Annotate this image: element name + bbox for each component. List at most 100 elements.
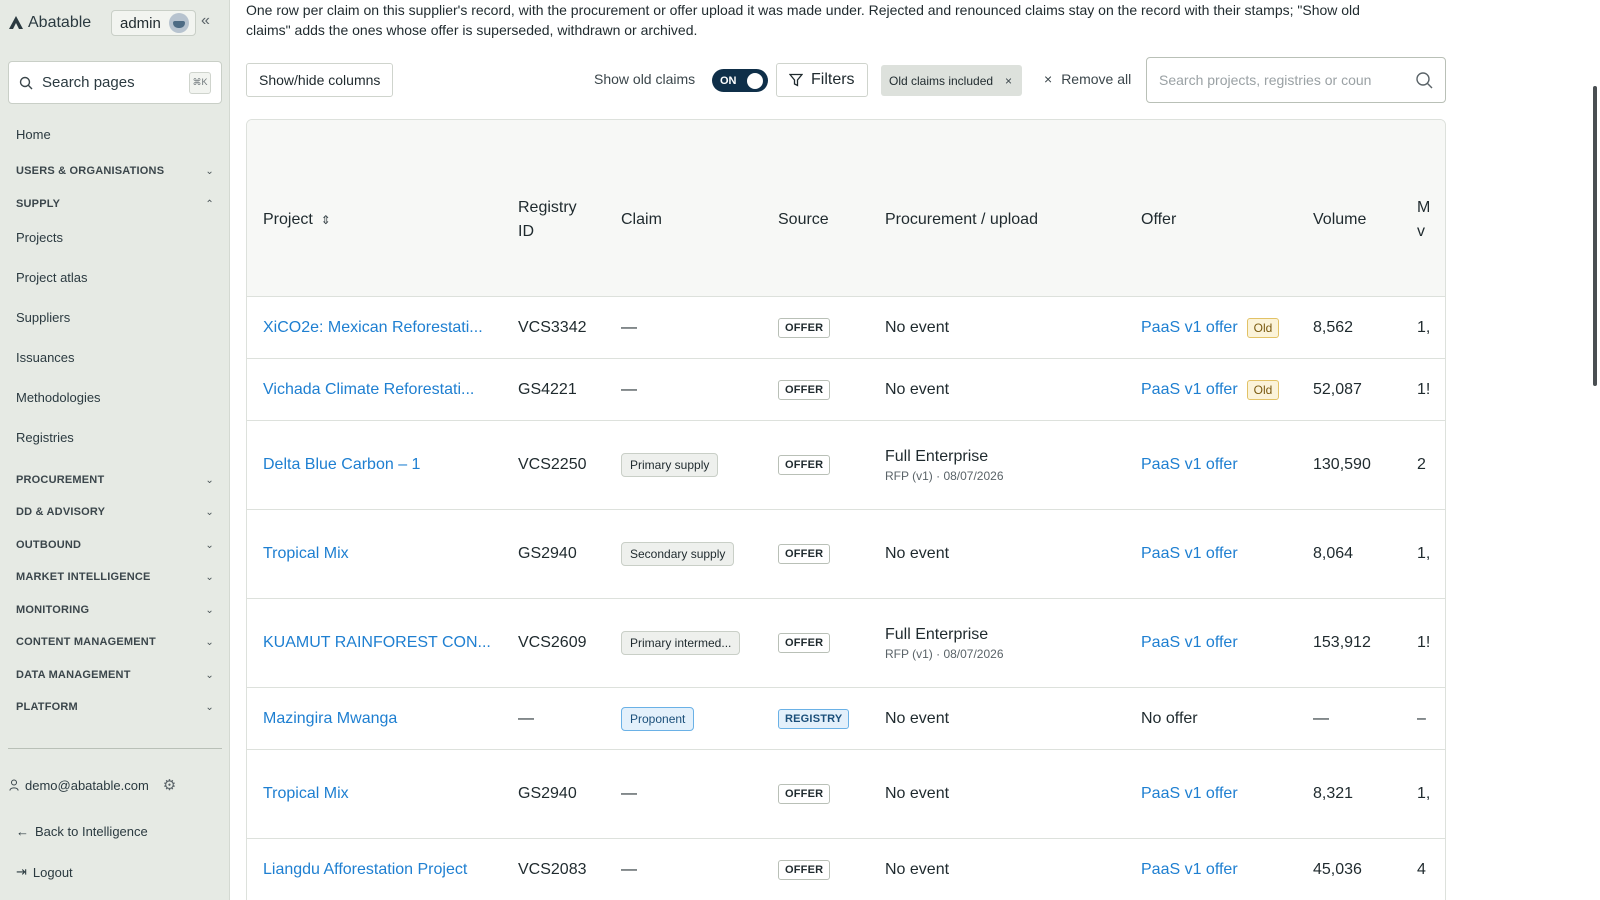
admin-label: admin bbox=[120, 14, 161, 32]
header-label-line2: ID bbox=[518, 223, 534, 240]
offer-link[interactable]: PaaS v1 offer bbox=[1141, 381, 1238, 399]
chevron-down-icon: ⌄ bbox=[205, 669, 214, 681]
logout-link[interactable]: ⇥ Logout bbox=[16, 864, 73, 880]
project-link[interactable]: Delta Blue Carbon – 1 bbox=[263, 456, 420, 474]
table-header: Project ⇕ Registry ID Claim Source Procure… bbox=[247, 120, 1445, 297]
sidebar-item-project-atlas[interactable]: Project atlas bbox=[16, 270, 88, 285]
volume-value: — bbox=[1313, 709, 1329, 727]
volume-value: 8,562 bbox=[1313, 318, 1354, 336]
source-badge: OFFER bbox=[778, 859, 831, 880]
close-icon[interactable]: × bbox=[1005, 74, 1012, 88]
source-badge: OFFER bbox=[778, 784, 831, 804]
offer-link[interactable]: PaaS v1 offer bbox=[1141, 456, 1238, 474]
sidebar-section-dd-advisory[interactable]: DD & ADVISORY ⌄ bbox=[16, 506, 214, 518]
sidebar-section-monitoring[interactable]: MONITORING ⌄ bbox=[16, 604, 214, 616]
offer-link[interactable]: PaaS v1 offer bbox=[1141, 634, 1238, 652]
page-scrollbar[interactable] bbox=[1593, 86, 1597, 386]
column-header-procurement: Procurement / upload bbox=[885, 211, 1038, 228]
filter-icon bbox=[789, 73, 803, 87]
procurement-value: No event bbox=[885, 860, 950, 878]
volume-value: 52,087 bbox=[1313, 380, 1362, 398]
toggle-state-label: ON bbox=[720, 74, 737, 87]
page-description: One row per claim on this supplier's rec… bbox=[246, 2, 1360, 38]
table-row: KUAMUT RAINFOREST CON... VCS2609 Primary… bbox=[247, 599, 1445, 688]
sidebar-section-procurement[interactable]: PROCUREMENT ⌄ bbox=[16, 474, 214, 486]
sidebar-section-market-intelligence[interactable]: MARKET INTELLIGENCE ⌄ bbox=[16, 571, 214, 583]
table-search-input[interactable] bbox=[1159, 72, 1415, 88]
sidebar-item-methodologies[interactable]: Methodologies bbox=[16, 390, 101, 405]
chevron-down-icon: ⌄ bbox=[205, 571, 214, 583]
volume-value: 153,912 bbox=[1313, 634, 1371, 651]
sidebar-section-outbound[interactable]: OUTBOUND ⌄ bbox=[16, 539, 214, 551]
show-old-claims-label: Show old claims bbox=[594, 71, 696, 87]
page-search-placeholder: Search pages bbox=[42, 74, 135, 91]
sidebar-section-platform[interactable]: PLATFORM ⌄ bbox=[16, 701, 214, 713]
sidebar-item-home[interactable]: Home bbox=[16, 127, 51, 142]
claim-empty: — bbox=[621, 860, 637, 878]
project-link[interactable]: Tropical Mix bbox=[263, 545, 349, 563]
filters-button[interactable]: Filters bbox=[776, 63, 868, 97]
sidebar-item-projects[interactable]: Projects bbox=[16, 230, 63, 245]
section-label: MARKET INTELLIGENCE bbox=[16, 571, 151, 583]
sidebar-section-users[interactable]: USERS & ORGANISATIONS ⌄ bbox=[16, 165, 214, 177]
section-label: PROCUREMENT bbox=[16, 474, 105, 486]
remove-all-label: Remove all bbox=[1061, 71, 1132, 87]
table-search-field[interactable] bbox=[1146, 57, 1446, 103]
offer-link[interactable]: PaaS v1 offer bbox=[1141, 861, 1238, 879]
registry-id: — bbox=[518, 709, 534, 727]
show-old-claims-toggle[interactable]: ON bbox=[712, 69, 768, 92]
sidebar-item-registries[interactable]: Registries bbox=[16, 430, 74, 445]
table-row: XiCO2e: Mexican Reforestati... VCS3342 —… bbox=[247, 297, 1445, 359]
procurement-value: No event bbox=[885, 709, 950, 727]
column-header-project[interactable]: Project ⇕ bbox=[263, 208, 331, 232]
page-search-input[interactable]: Search pages ⌘K bbox=[8, 61, 222, 104]
section-label: DD & ADVISORY bbox=[16, 506, 106, 518]
registry-id: VCS3342 bbox=[518, 318, 587, 336]
section-label: CONTENT MANAGEMENT bbox=[16, 636, 156, 648]
gear-icon[interactable]: ⚙ bbox=[163, 776, 176, 794]
sidebar-divider bbox=[8, 748, 222, 749]
source-badge: REGISTRY bbox=[778, 708, 850, 729]
project-link[interactable]: Liangdu Afforestation Project bbox=[263, 861, 467, 879]
project-link[interactable]: KUAMUT RAINFOREST CON... bbox=[263, 634, 491, 652]
old-badge: Old bbox=[1246, 379, 1280, 400]
header-label-line1: Registry bbox=[518, 199, 577, 216]
collapse-sidebar-icon[interactable]: « bbox=[201, 12, 210, 30]
back-to-intelligence-link[interactable]: ← Back to Intelligence bbox=[16, 824, 148, 839]
procurement-value: Full Enterprise bbox=[885, 625, 989, 643]
column-header-truncated: Mv bbox=[1417, 196, 1430, 244]
admin-switcher[interactable]: admin bbox=[111, 10, 196, 36]
sidebar-item-suppliers[interactable]: Suppliers bbox=[16, 310, 70, 325]
table-row: Vichada Climate Reforestati... GS4221 — … bbox=[247, 359, 1445, 421]
brand-row: Abatable admin bbox=[8, 10, 196, 36]
truncated-value: 2 bbox=[1417, 456, 1426, 473]
offer-link[interactable]: PaaS v1 offer bbox=[1141, 545, 1238, 563]
logout-label: Logout bbox=[32, 864, 73, 880]
registry-id: GS2940 bbox=[518, 545, 577, 562]
section-label: USERS & ORGANISATIONS bbox=[16, 165, 165, 177]
offer-link[interactable]: PaaS v1 offer bbox=[1141, 319, 1238, 337]
remove-all-button[interactable]: × Remove all bbox=[1044, 71, 1131, 87]
chip-label: Old claims included bbox=[889, 73, 994, 88]
sidebar-section-data-management[interactable]: DATA MANAGEMENT ⌄ bbox=[16, 669, 214, 681]
truncated-value: 1, bbox=[1417, 785, 1431, 802]
show-hide-columns-button[interactable]: Show/hide columns bbox=[246, 63, 394, 97]
project-link[interactable]: Mazingira Mwanga bbox=[263, 710, 397, 728]
sidebar-section-supply[interactable]: SUPPLY ⌃ bbox=[16, 198, 214, 210]
project-link[interactable]: XiCO2e: Mexican Reforestati... bbox=[263, 319, 483, 337]
close-icon: × bbox=[1044, 71, 1053, 87]
project-link[interactable]: Vichada Climate Reforestati... bbox=[263, 381, 474, 399]
source-badge: OFFER bbox=[778, 379, 831, 400]
sidebar-section-content-management[interactable]: CONTENT MANAGEMENT ⌄ bbox=[16, 636, 214, 648]
brand-logo[interactable]: Abatable bbox=[8, 14, 91, 32]
chevron-down-icon: ⌄ bbox=[205, 604, 214, 616]
sidebar-item-issuances[interactable]: Issuances bbox=[16, 350, 75, 365]
project-link[interactable]: Tropical Mix bbox=[263, 785, 349, 803]
column-header-registry-id: Registry ID bbox=[518, 196, 577, 244]
registry-id: GS2940 bbox=[518, 785, 577, 802]
offer-link[interactable]: PaaS v1 offer bbox=[1141, 785, 1238, 803]
sort-icon[interactable]: ⇕ bbox=[321, 208, 331, 232]
source-badge: OFFER bbox=[778, 455, 831, 475]
column-header-source: Source bbox=[778, 211, 829, 228]
offer-value: No offer bbox=[1141, 709, 1198, 727]
